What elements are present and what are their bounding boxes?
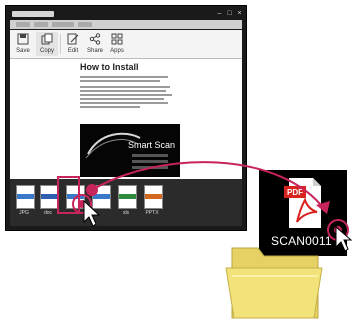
drag-start-marker (86, 184, 98, 196)
annotation-overlay (72, 161, 353, 319)
drag-arrow (91, 161, 326, 211)
folder-icon[interactable] (225, 247, 323, 319)
